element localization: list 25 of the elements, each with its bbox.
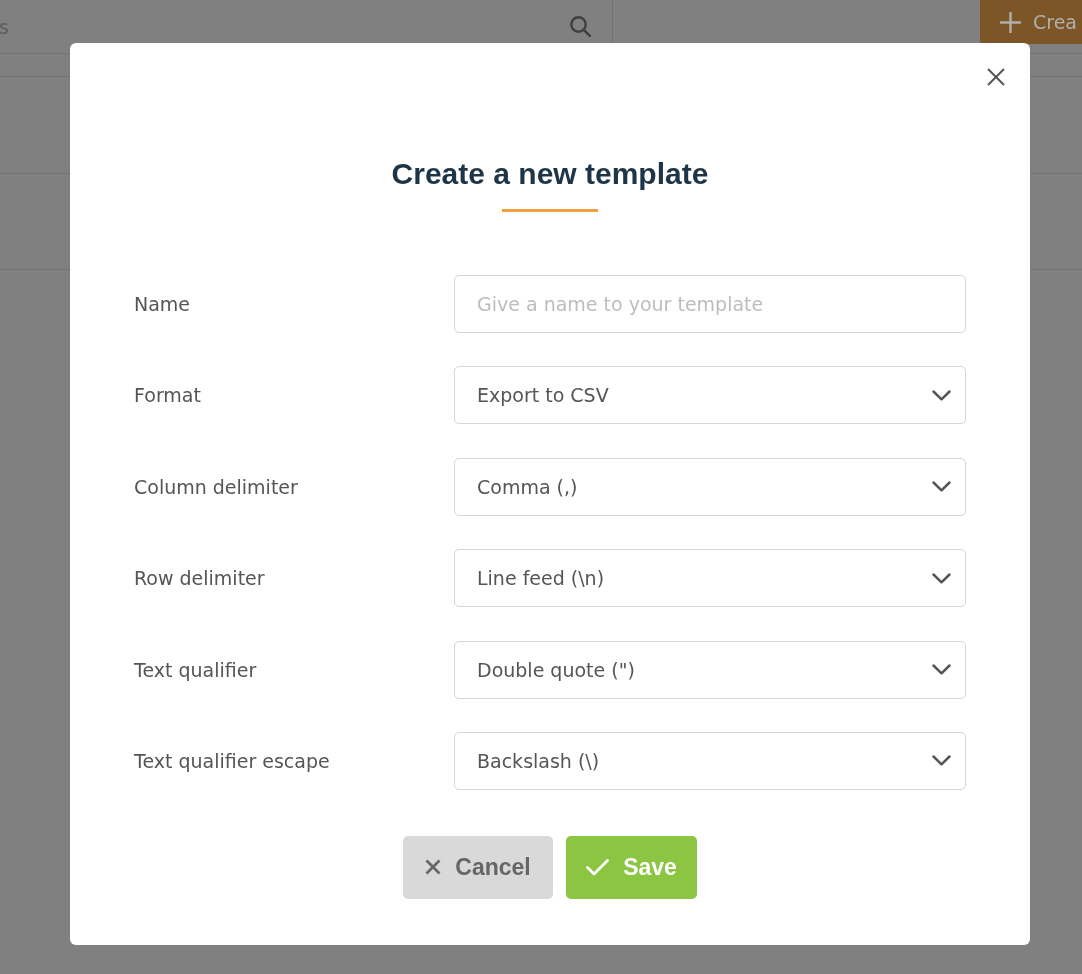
field-label: Column delimiter <box>134 475 298 498</box>
close-icon <box>987 68 1005 86</box>
field-label: Name <box>134 293 191 315</box>
select-dropdown[interactable]: Export to CSV <box>454 366 966 425</box>
select-dropdown[interactable]: Backslash (\) <box>454 731 966 790</box>
field-label: Text qualifier <box>134 658 257 681</box>
close-button[interactable] <box>987 68 1005 86</box>
field-label: Row delimiter <box>134 567 265 590</box>
chevron-down-icon <box>932 389 951 401</box>
field-label: Format <box>134 384 201 407</box>
name-input[interactable]: Give a name to your template <box>454 275 966 333</box>
select-dropdown[interactable]: Comma (,) <box>454 457 966 516</box>
cancel-x-icon <box>425 859 442 876</box>
cancel-button[interactable]: Cancel <box>403 835 553 899</box>
chevron-down-icon <box>932 664 951 676</box>
select-dropdown[interactable]: Double quote (") <box>454 640 966 699</box>
chevron-down-icon <box>932 572 951 584</box>
plus-icon <box>1000 11 1021 33</box>
search-icon <box>570 16 591 37</box>
select-dropdown[interactable]: Line feed (\n) <box>454 549 966 608</box>
chevron-down-icon <box>932 481 951 493</box>
field-label: Text qualifier escape <box>134 749 330 772</box>
dialog-title: Create a new template <box>391 156 709 192</box>
chevron-down-icon <box>932 755 951 767</box>
checkmark-icon <box>586 858 610 876</box>
